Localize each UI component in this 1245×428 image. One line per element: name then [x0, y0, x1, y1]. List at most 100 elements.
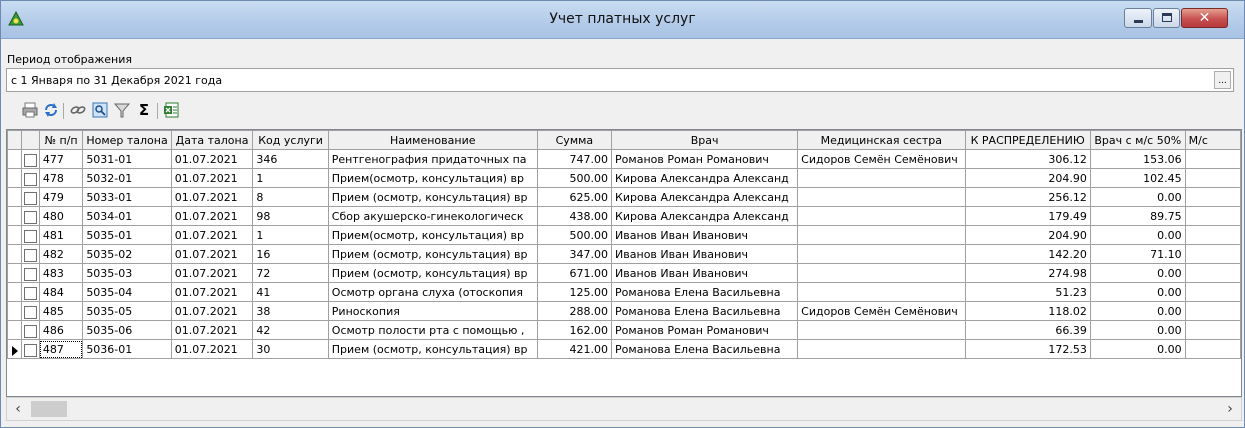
cell-ticket[interactable]: 5035-04	[82, 282, 172, 302]
cell-doctor-nurse-50[interactable]: 0.00	[1089, 282, 1186, 302]
col-header-ticket[interactable]: Номер талона	[82, 130, 172, 150]
cell-sum[interactable]: 671.00	[536, 263, 613, 283]
table-row[interactable]: 483 5035-03 01.07.2021 72 Прием (осмотр, кон…	[7, 263, 1241, 283]
row-checkbox[interactable]	[24, 344, 38, 357]
cell-nurse[interactable]	[797, 225, 966, 245]
cell-name[interactable]: Прием (осмотр, консультация) вр	[327, 244, 538, 264]
close-button[interactable]: ✕	[1181, 8, 1228, 28]
cell-distribution[interactable]: 51.23	[964, 282, 1091, 302]
cell-code[interactable]: 41	[252, 282, 329, 302]
cell-nurse[interactable]: Сидоров Семён Семёнович	[797, 149, 966, 169]
cell-number[interactable]: 483	[38, 263, 84, 283]
cell-name[interactable]: Сбор акушерско-гинекологическ	[327, 206, 538, 226]
cell-nurse-share[interactable]	[1184, 225, 1241, 245]
table-row[interactable]: 480 5034-01 01.07.2021 98 Сбор акушерско-гин…	[7, 206, 1241, 226]
cell-doctor[interactable]: Иванов Иван Иванович	[611, 244, 799, 264]
cell-number[interactable]: 486	[38, 320, 84, 340]
cell-code[interactable]: 1	[252, 168, 329, 188]
cell-number[interactable]: 485	[38, 301, 84, 321]
cell-doctor-nurse-50[interactable]: 71.10	[1089, 244, 1186, 264]
cell-ticket[interactable]: 5033-01	[82, 187, 172, 207]
cell-sum[interactable]: 162.00	[536, 320, 613, 340]
row-checkbox[interactable]	[24, 287, 38, 300]
cell-ticket[interactable]: 5035-05	[82, 301, 172, 321]
cell-name[interactable]: Прием(осмотр, консультация) вр	[327, 225, 538, 245]
cell-sum[interactable]: 438.00	[536, 206, 613, 226]
cell-code[interactable]: 346	[252, 149, 329, 169]
row-checkbox[interactable]	[24, 249, 38, 262]
cell-doctor[interactable]: Романов Роман Романович	[611, 149, 799, 169]
row-checkbox[interactable]	[24, 306, 38, 319]
table-row[interactable]: 478 5032-01 01.07.2021 1 Прием(осмотр, консу…	[7, 168, 1241, 188]
cell-nurse[interactable]	[797, 339, 966, 359]
cell-distribution[interactable]: 204.90	[964, 225, 1091, 245]
cell-nurse[interactable]	[797, 206, 966, 226]
cell-number[interactable]: 484	[38, 282, 84, 302]
row-checkbox[interactable]	[24, 192, 38, 205]
period-select-button[interactable]: ...	[1214, 71, 1231, 89]
scroll-right-icon[interactable]: ›	[1219, 398, 1241, 420]
cell-distribution[interactable]: 274.98	[964, 263, 1091, 283]
cell-date[interactable]: 01.07.2021	[170, 225, 254, 245]
period-field[interactable]: с 1 Января по 31 Декабря 2021 года ...	[6, 68, 1234, 92]
cell-doctor-nurse-50[interactable]: 0.00	[1089, 263, 1186, 283]
cell-name[interactable]: Осмотр органа слуха (отоскопия	[327, 282, 538, 302]
cell-ticket[interactable]: 5036-01	[82, 339, 172, 359]
row-checkbox[interactable]	[24, 268, 38, 281]
preview-icon[interactable]	[91, 101, 109, 119]
scroll-left-icon[interactable]: ‹	[7, 398, 29, 420]
cell-nurse[interactable]	[797, 263, 966, 283]
cell-code[interactable]: 98	[252, 206, 329, 226]
cell-nurse-share[interactable]	[1184, 301, 1241, 321]
cell-code[interactable]: 1	[252, 225, 329, 245]
cell-name[interactable]: Прием(осмотр, консультация) вр	[327, 168, 538, 188]
table-row[interactable]: 487 5036-01 01.07.2021 30 Прием (осмотр, кон…	[7, 339, 1241, 359]
cell-doctor-nurse-50[interactable]: 0.00	[1089, 339, 1186, 359]
cell-doctor[interactable]: Кирова Александра Александ	[611, 168, 799, 188]
cell-sum[interactable]: 500.00	[536, 168, 613, 188]
cell-doctor-nurse-50[interactable]: 153.06	[1089, 149, 1186, 169]
cell-name[interactable]: Прием (осмотр, консультация) вр	[327, 187, 538, 207]
services-grid[interactable]: № п/п Номер талона Дата талона Код услуг…	[6, 129, 1242, 397]
cell-doctor-nurse-50[interactable]: 89.75	[1089, 206, 1186, 226]
cell-sum[interactable]: 125.00	[536, 282, 613, 302]
cell-doctor[interactable]: Иванов Иван Иванович	[611, 263, 799, 283]
cell-ticket[interactable]: 5035-01	[82, 225, 172, 245]
cell-ticket[interactable]: 5035-02	[82, 244, 172, 264]
cell-code[interactable]: 42	[252, 320, 329, 340]
link-icon[interactable]	[69, 101, 87, 119]
table-row[interactable]: 477 5031-01 01.07.2021 346 Рентгенография пр…	[7, 149, 1241, 169]
row-checkbox[interactable]	[24, 173, 38, 186]
cell-date[interactable]: 01.07.2021	[170, 244, 254, 264]
cell-name[interactable]: Рентгенография придаточных па	[327, 149, 538, 169]
cell-ticket[interactable]: 5035-03	[82, 263, 172, 283]
cell-doctor[interactable]: Кирова Александра Александ	[611, 187, 799, 207]
cell-nurse-share[interactable]	[1184, 149, 1241, 169]
table-row[interactable]: 479 5033-01 01.07.2021 8 Прием (осмотр, конс…	[7, 187, 1241, 207]
horizontal-scrollbar[interactable]: ‹ ›	[6, 397, 1242, 421]
cell-sum[interactable]: 500.00	[536, 225, 613, 245]
row-checkbox[interactable]	[24, 154, 38, 167]
cell-nurse-share[interactable]	[1184, 320, 1241, 340]
col-header-doctor-nurse-50[interactable]: Врач с м/с 50%	[1089, 130, 1186, 150]
cell-date[interactable]: 01.07.2021	[170, 149, 254, 169]
cell-doctor[interactable]: Романова Елена Васильевна	[611, 339, 799, 359]
cell-date[interactable]: 01.07.2021	[170, 206, 254, 226]
maximize-button[interactable]	[1153, 8, 1180, 28]
cell-sum[interactable]: 747.00	[536, 149, 613, 169]
cell-doctor[interactable]: Иванов Иван Иванович	[611, 225, 799, 245]
table-row[interactable]: 486 5035-06 01.07.2021 42 Осмотр полости рта…	[7, 320, 1241, 340]
cell-number[interactable]: 481	[38, 225, 84, 245]
title-bar[interactable]: Учет платных услуг ✕	[1, 1, 1244, 39]
cell-nurse[interactable]: Сидоров Семён Семёнович	[797, 301, 966, 321]
cell-sum[interactable]: 288.00	[536, 301, 613, 321]
print-icon[interactable]	[21, 101, 39, 119]
cell-doctor[interactable]: Романова Елена Васильевна	[611, 282, 799, 302]
cell-nurse[interactable]	[797, 320, 966, 340]
filter-icon[interactable]	[113, 101, 131, 119]
excel-export-icon[interactable]	[163, 101, 181, 119]
col-header-doctor[interactable]: Врач	[611, 130, 799, 150]
cell-number[interactable]: 482	[38, 244, 84, 264]
cell-distribution[interactable]: 256.12	[964, 187, 1091, 207]
col-header-sum[interactable]: Сумма	[536, 130, 613, 150]
